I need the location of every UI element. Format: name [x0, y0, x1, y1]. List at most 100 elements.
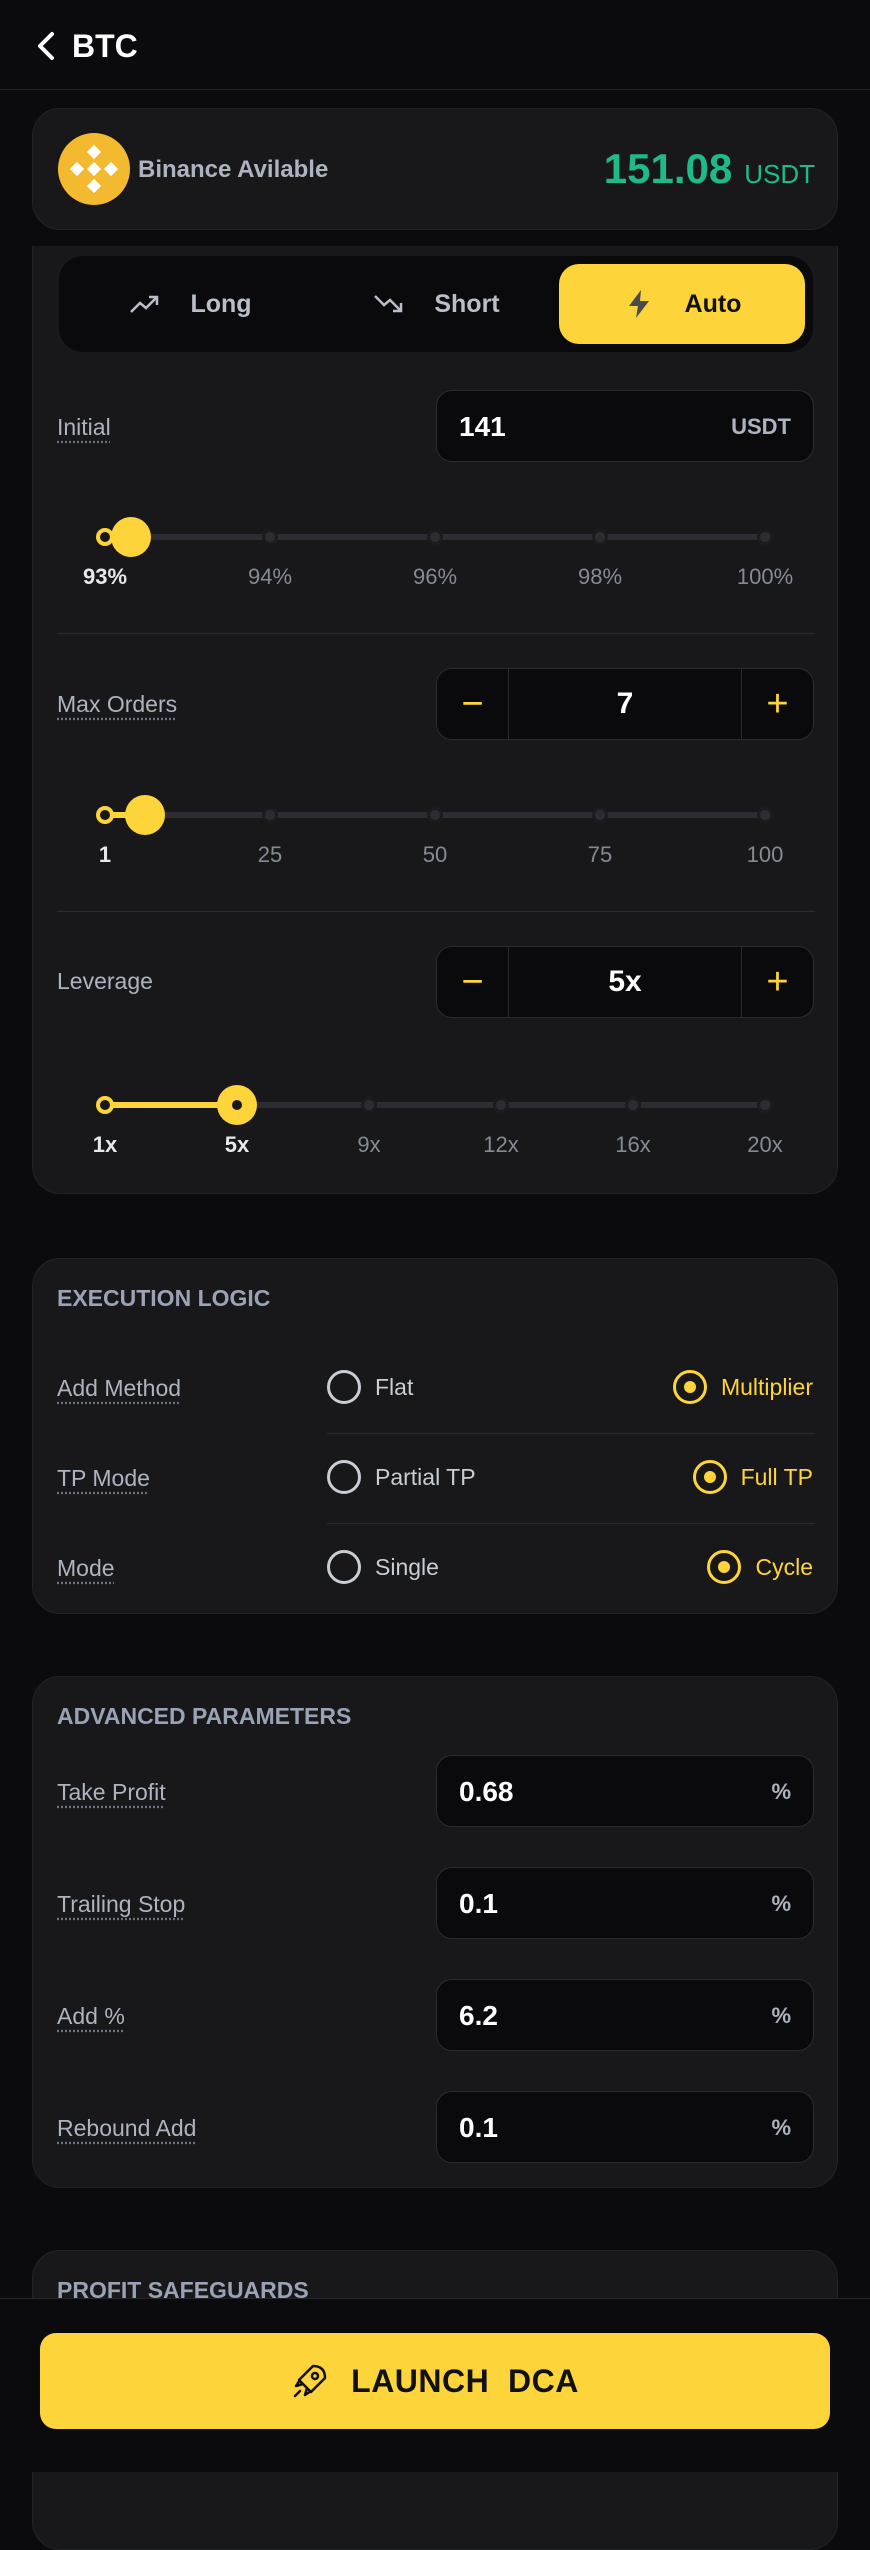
- trailing-stop-input[interactable]: 0.1 %: [436, 1867, 814, 1939]
- tp-mode-full-radio[interactable]: Full TP: [692, 1460, 813, 1494]
- radio-circle: [327, 1460, 361, 1494]
- radio-label: Multiplier: [720, 1373, 813, 1400]
- mode-single-radio[interactable]: Single: [327, 1550, 439, 1584]
- slider-tick-label: 100: [746, 842, 784, 867]
- slider-tick-label: 1x: [92, 1132, 118, 1157]
- initial-unit: USDT: [731, 414, 791, 439]
- mode-cycle-radio[interactable]: Cycle: [707, 1550, 813, 1584]
- take-profit-value: 0.68: [459, 1776, 514, 1807]
- divider: [57, 911, 815, 912]
- slider-tick-dot[interactable]: [592, 529, 608, 545]
- launch-dca-button[interactable]: LAUNCH DCA: [40, 2333, 830, 2429]
- slider-tick-label: 20x: [747, 1132, 783, 1157]
- radio-label: Single: [375, 1553, 439, 1580]
- divider: [327, 1433, 815, 1434]
- slider-tick-dot[interactable]: [757, 529, 773, 545]
- leverage-increment-button[interactable]: +: [741, 947, 813, 1017]
- initial-input[interactable]: 141 USDT: [436, 390, 814, 462]
- rebound-add-input[interactable]: 0.1 %: [436, 2091, 814, 2163]
- max-orders-stepper: − 7 +: [436, 668, 814, 740]
- radio-circle: [707, 1550, 742, 1584]
- config-card: Long Short Auto Initial 141 USDT 93% 94% 9…: [32, 246, 838, 1194]
- add-percent-value: 6.2: [459, 2000, 498, 2031]
- slider-tick-label: 75: [587, 842, 613, 867]
- add-percent-unit: %: [771, 2003, 791, 2028]
- direction-long-label: Long: [190, 289, 252, 318]
- slider-tick-label: 94%: [247, 564, 293, 589]
- leverage-decrement-button[interactable]: −: [437, 947, 509, 1017]
- radio-circle: [692, 1460, 727, 1494]
- rocket-icon: [293, 2364, 327, 2398]
- slider-tick-dot[interactable]: [361, 1097, 377, 1113]
- radio-circle: [327, 1550, 361, 1584]
- balance-amount: 151.08 USDT: [604, 145, 815, 193]
- direction-auto-label: Auto: [684, 289, 742, 318]
- leverage-value[interactable]: 5x: [509, 947, 741, 1017]
- slider-tick-label: 50: [422, 842, 448, 867]
- take-profit-input[interactable]: 0.68 %: [436, 1755, 814, 1827]
- add-method-flat-radio[interactable]: Flat: [327, 1370, 413, 1404]
- add-method-multiplier-radio[interactable]: Multiplier: [672, 1370, 813, 1404]
- slider-tick-label: 25: [257, 842, 283, 867]
- slider-tick-label: 1: [98, 842, 112, 867]
- advanced-parameters-card: ADVANCED PARAMETERS Take Profit 0.68 % T…: [32, 1676, 838, 2188]
- direction-short-button[interactable]: Short: [313, 264, 559, 344]
- lightning-icon: [628, 290, 649, 318]
- balance-unit: USDT: [744, 159, 815, 189]
- initial-slider[interactable]: 93% 94% 96% 98% 100%: [81, 506, 793, 589]
- radio-label: Partial TP: [375, 1463, 476, 1490]
- radio-label: Flat: [375, 1373, 414, 1400]
- radio-circle: [327, 1370, 361, 1404]
- mode-label: Mode: [57, 1555, 115, 1581]
- slider-tick-label: 98%: [577, 564, 623, 589]
- slider-knob[interactable]: [124, 795, 165, 835]
- slider-tick-label: 100%: [736, 564, 794, 589]
- slider-tick-label: 96%: [412, 564, 458, 589]
- rebound-add-value: 0.1: [459, 2112, 498, 2143]
- slider-tick-label: 5x: [224, 1132, 250, 1157]
- add-percent-input[interactable]: 6.2 %: [436, 1979, 814, 2051]
- slider-tick-dot[interactable]: [96, 1096, 114, 1114]
- slider-tick-dot[interactable]: [427, 529, 443, 545]
- binance-logo-icon: [58, 133, 130, 205]
- max-orders-value[interactable]: 7: [509, 669, 741, 739]
- slider-tick-dot[interactable]: [262, 529, 278, 545]
- add-method-label: Add Method: [57, 1375, 182, 1401]
- initial-value: 141: [459, 411, 506, 442]
- radio-circle: [672, 1370, 707, 1404]
- chevron-left-icon[interactable]: [32, 30, 60, 62]
- direction-auto-button[interactable]: Auto: [559, 264, 805, 344]
- leverage-label: Leverage: [57, 968, 153, 994]
- initial-label: Initial: [57, 414, 111, 440]
- max-orders-slider[interactable]: 1 25 50 75 100: [81, 784, 789, 867]
- slider-tick-label: 93%: [82, 564, 128, 589]
- tp-mode-partial-radio[interactable]: Partial TP: [327, 1460, 476, 1494]
- max-orders-decrement-button[interactable]: −: [437, 669, 509, 739]
- max-orders-label: Max Orders: [57, 691, 178, 717]
- slider-tick-dot[interactable]: [96, 806, 114, 824]
- radio-label: Full TP: [740, 1463, 813, 1490]
- slider-knob[interactable]: [217, 1085, 257, 1125]
- slider-tick-dot[interactable]: [493, 1097, 509, 1113]
- leverage-slider[interactable]: 1x 5x 9x 12x 16x 20x: [81, 1074, 789, 1157]
- divider: [57, 633, 815, 634]
- max-orders-increment-button[interactable]: +: [741, 669, 813, 739]
- execution-logic-card: EXECUTION LOGIC Add Method Flat Multipli…: [32, 1258, 838, 1614]
- tp-mode-label: TP Mode: [57, 1465, 150, 1491]
- slider-tick-dot[interactable]: [262, 807, 278, 823]
- slider-knob[interactable]: [111, 517, 152, 557]
- balance-label: Binance Avilable: [138, 156, 329, 183]
- trailing-stop-value: 0.1: [459, 1888, 498, 1919]
- rebound-add-unit: %: [771, 2115, 791, 2140]
- direction-long-button[interactable]: Long: [67, 264, 313, 344]
- slider-tick-dot[interactable]: [592, 807, 608, 823]
- add-percent-label: Add %: [57, 2003, 125, 2029]
- take-profit-unit: %: [771, 1779, 791, 1804]
- slider-tick-dot[interactable]: [757, 1097, 773, 1113]
- page-title: BTC: [72, 28, 138, 64]
- slider-tick-dot[interactable]: [427, 807, 443, 823]
- slider-tick-dot[interactable]: [757, 807, 773, 823]
- take-profit-label: Take Profit: [57, 1779, 166, 1805]
- slider-tick-dot[interactable]: [625, 1097, 641, 1113]
- slider-tick-label: 9x: [357, 1132, 381, 1157]
